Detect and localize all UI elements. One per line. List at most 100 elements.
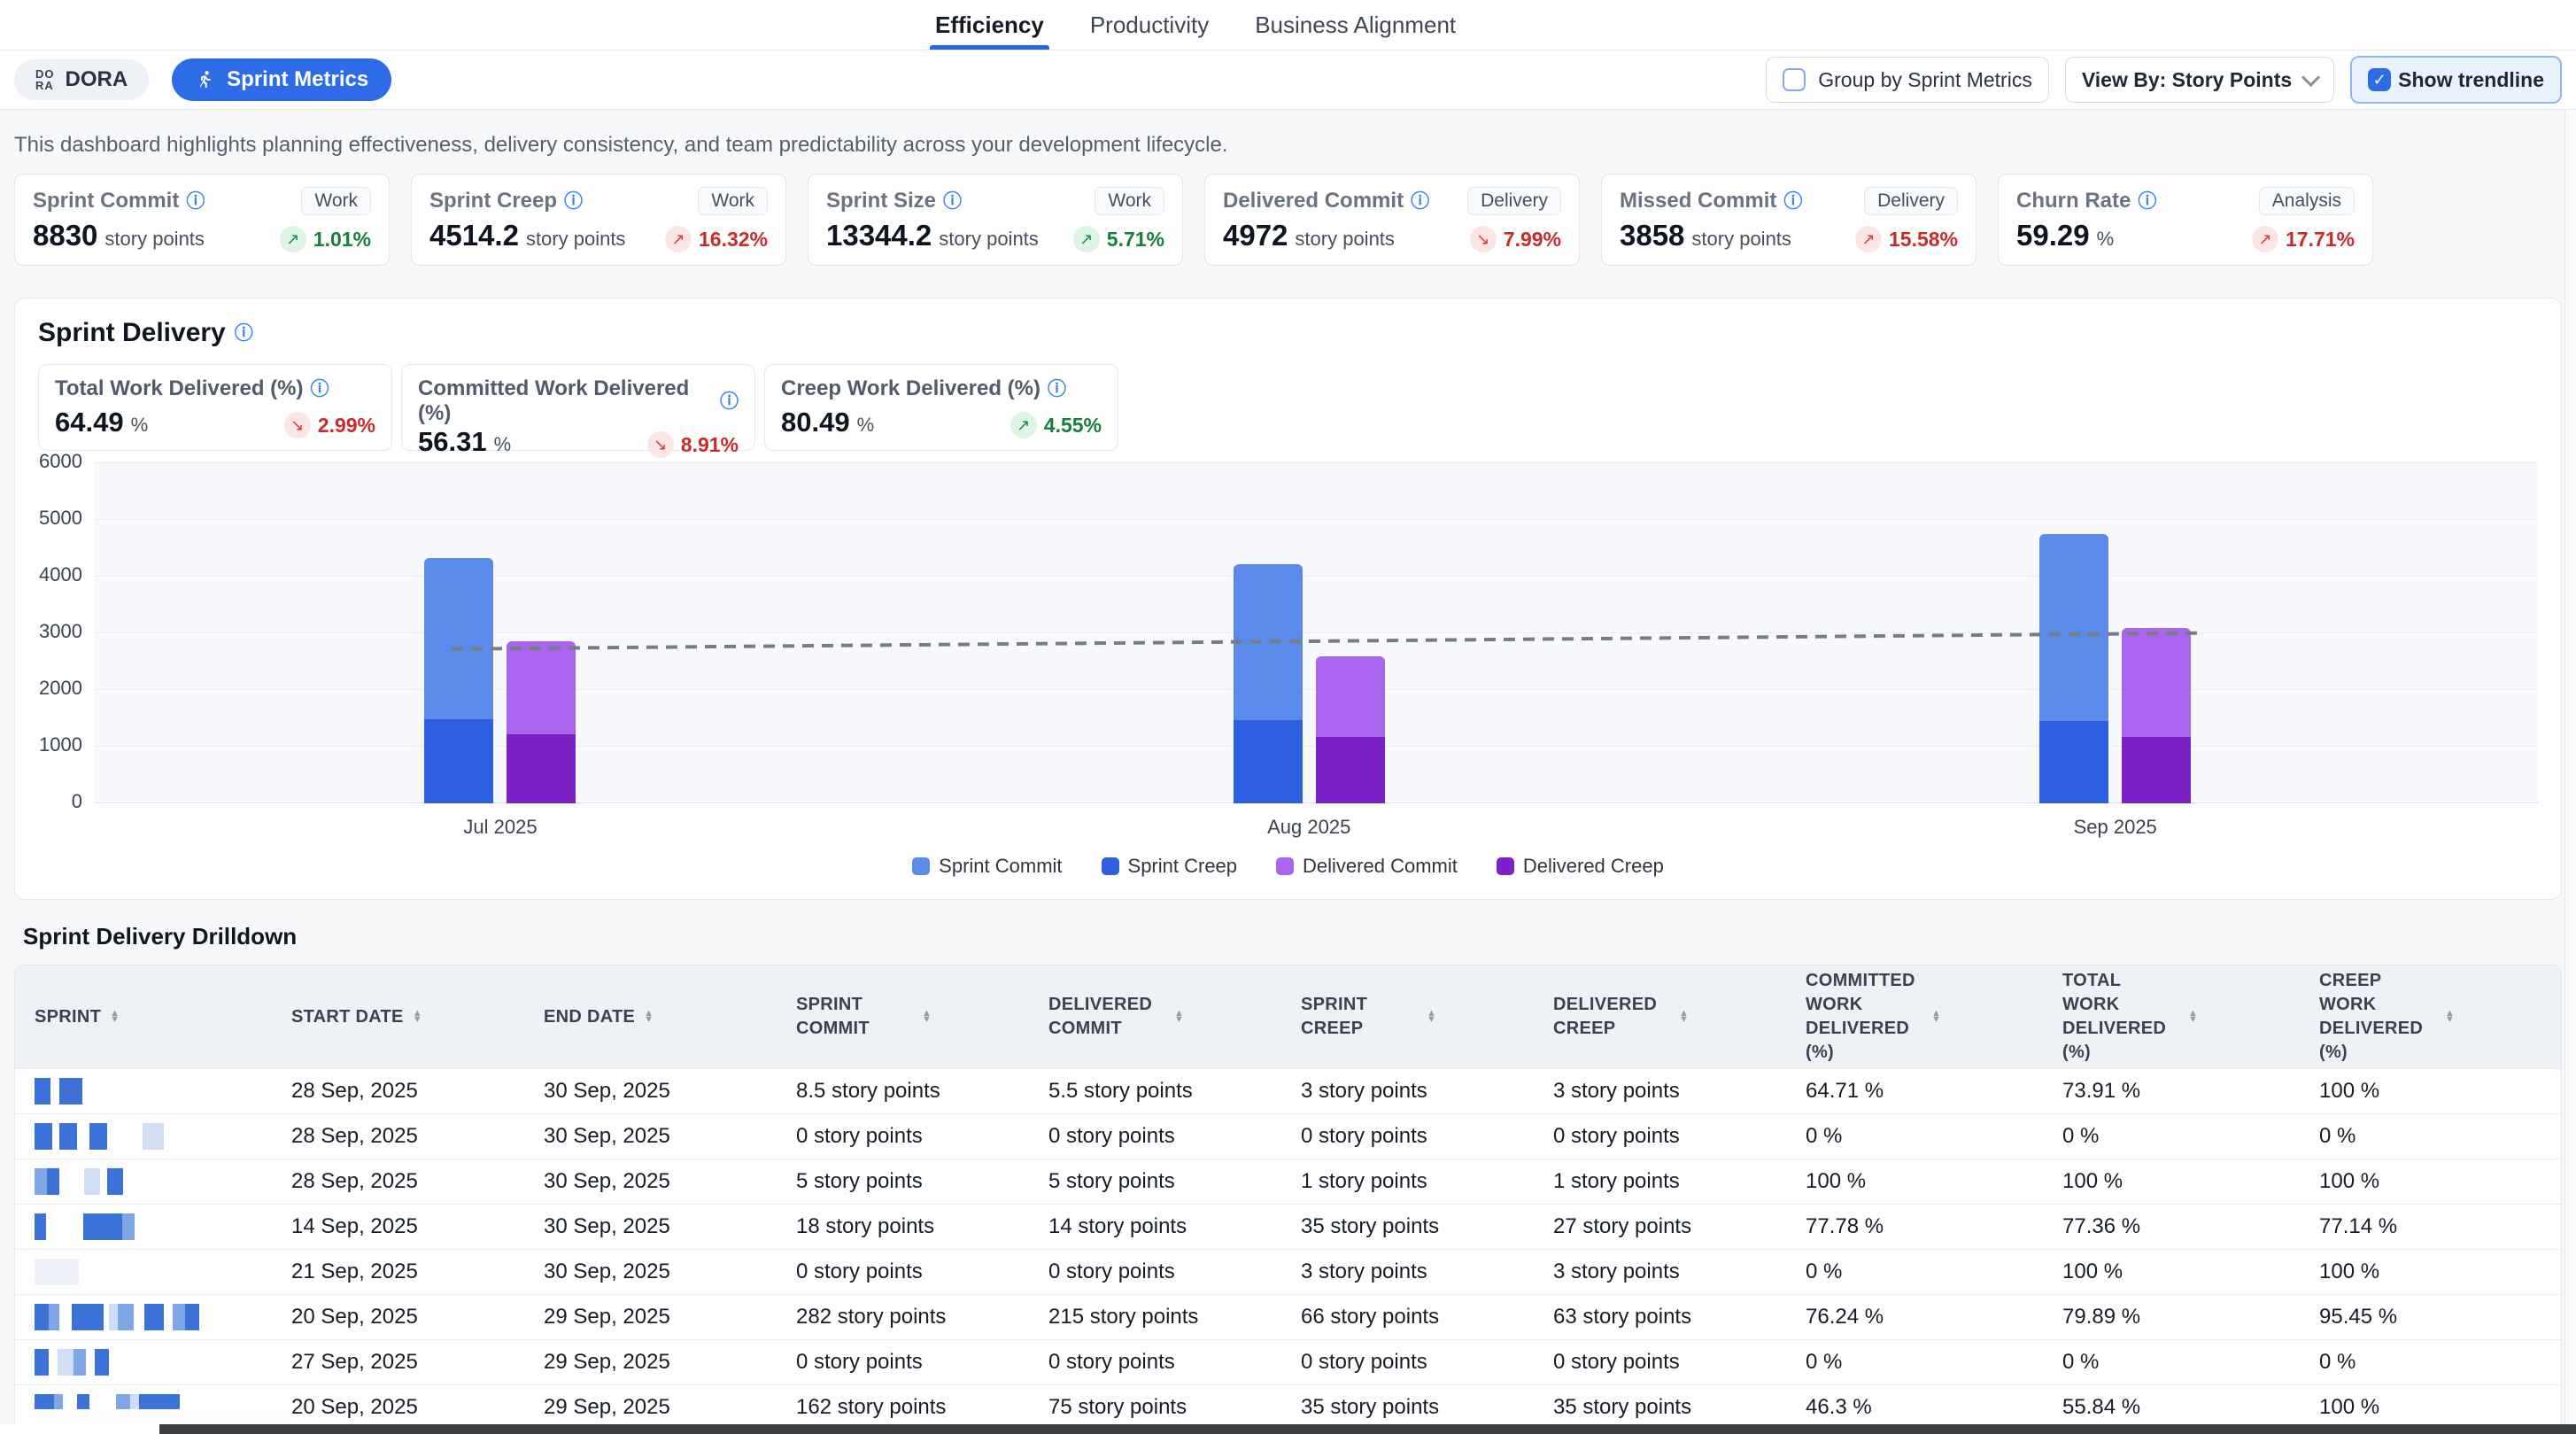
table-row[interactable]: 20 Sep, 202529 Sep, 2025282 story points… <box>15 1294 2561 1339</box>
delivered-bar-jul-2025[interactable] <box>507 641 576 803</box>
table-row[interactable]: 27 Sep, 202529 Sep, 20250 story points0 … <box>15 1339 2561 1384</box>
info-icon[interactable]: ⓘ <box>186 192 205 211</box>
sort-icon[interactable]: ▲▼ <box>1174 1011 1184 1023</box>
info-icon[interactable]: ⓘ <box>311 380 329 399</box>
delivery-subcard[interactable]: Creep Work Delivered (%)ⓘ80.49%↗4.55% <box>764 364 1118 451</box>
group-by-checkbox[interactable] <box>1783 68 1806 91</box>
group-by-sprint-metrics-toggle[interactable]: Group by Sprint Metrics <box>1766 57 2049 103</box>
info-icon[interactable]: ⓘ <box>2138 192 2156 211</box>
delivered-bar-sep-2025-segment-delivered-creep[interactable] <box>2122 737 2191 803</box>
show-trendline-checkbox[interactable]: ✓ <box>2368 68 2391 91</box>
info-icon[interactable]: ⓘ <box>1048 380 1066 399</box>
cell-sprint-creep: 0 story points <box>1281 1350 1534 1375</box>
info-icon[interactable]: ⓘ <box>564 192 583 211</box>
kpi-card-missed-commit[interactable]: Missed CommitⓘDelivery3858story points↗1… <box>1601 174 1976 266</box>
drilldown-table: SPRINT▲▼START DATE▲▼END DATE▲▼SPRINT COM… <box>14 965 2562 1430</box>
sprint-delivery-card: Sprint Delivery ⓘ Total Work Delivered (… <box>14 298 2562 900</box>
column-header-sprint[interactable]: SPRINT▲▼ <box>15 1005 272 1029</box>
delivered-bar-aug-2025[interactable] <box>1316 656 1385 803</box>
sort-icon[interactable]: ▲▼ <box>1931 1011 1941 1023</box>
cell-creep-work-delivered: 100 % <box>2300 1395 2556 1420</box>
delivered-bar-aug-2025-segment-delivered-creep[interactable] <box>1316 737 1385 803</box>
column-header-delivered-creep[interactable]: DELIVERED CREEP▲▼ <box>1534 993 1786 1041</box>
cell-start-date: 27 Sep, 2025 <box>272 1350 524 1375</box>
sort-icon[interactable]: ▲▼ <box>413 1011 422 1023</box>
cell-sprint-redacted <box>15 1213 272 1240</box>
table-row[interactable]: 28 Sep, 202530 Sep, 20258.5 story points… <box>15 1068 2561 1113</box>
kpi-card-delivered-commit[interactable]: Delivered CommitⓘDelivery4972story point… <box>1204 174 1580 266</box>
table-row[interactable]: 28 Sep, 202530 Sep, 20250 story points0 … <box>15 1113 2561 1159</box>
column-header-sprint-commit[interactable]: SPRINT COMMIT▲▼ <box>777 993 1029 1041</box>
sort-icon[interactable]: ▲▼ <box>644 1011 654 1023</box>
table-row[interactable]: 21 Sep, 202530 Sep, 20250 story points0 … <box>15 1249 2561 1294</box>
column-header-start-date[interactable]: START DATE▲▼ <box>272 1005 524 1029</box>
committed-bar-sep-2025-segment-sprint-commit[interactable] <box>2039 534 2108 721</box>
column-header-committed-work-delivered-%-[interactable]: COMMITTED WORK DELIVERED (%)▲▼ <box>1786 969 2043 1065</box>
info-icon[interactable]: ⓘ <box>720 392 739 411</box>
sort-icon[interactable]: ▲▼ <box>110 1011 120 1023</box>
legend-item-delivered-creep[interactable]: Delivered Creep <box>1497 855 1664 878</box>
trend-up-arrow-icon: ↗ <box>665 226 692 252</box>
table-row[interactable]: 20 Sep, 202529 Sep, 2025162 story points… <box>15 1384 2561 1430</box>
tab-productivity[interactable]: Productivity <box>1090 0 1209 50</box>
table-row[interactable]: 28 Sep, 202530 Sep, 20255 story points5 … <box>15 1159 2561 1204</box>
sort-icon[interactable]: ▲▼ <box>2445 1011 2455 1023</box>
committed-bar-aug-2025-segment-sprint-commit[interactable] <box>1234 564 1303 720</box>
cell-start-date: 20 Sep, 2025 <box>272 1395 524 1420</box>
trend-up-arrow-icon: ↗ <box>1855 226 1882 252</box>
tab-business-alignment[interactable]: Business Alignment <box>1255 0 1456 50</box>
horizontal-scrollbar-track <box>0 1424 2576 1434</box>
committed-bar-sep-2025-segment-sprint-creep[interactable] <box>2039 721 2108 803</box>
redaction-artifact <box>34 1409 290 1424</box>
info-icon[interactable]: ⓘ <box>943 192 962 211</box>
committed-bar-jul-2025-segment-sprint-commit[interactable] <box>424 558 493 719</box>
vertical-scrollbar-gutter[interactable] <box>2564 110 2576 1434</box>
kpi-card-title: Delivered Commitⓘ <box>1223 189 1429 213</box>
committed-bar-jul-2025[interactable] <box>424 558 493 803</box>
legend-item-sprint-creep[interactable]: Sprint Creep <box>1102 855 1238 878</box>
delivery-subcard[interactable]: Total Work Delivered (%)ⓘ64.49%↘2.99% <box>38 364 392 451</box>
horizontal-scrollbar-thumb[interactable] <box>159 1424 2576 1434</box>
view-by-dropdown[interactable]: View By: Story Points <box>2065 57 2334 103</box>
column-header-sprint-creep[interactable]: SPRINT CREEP▲▼ <box>1281 993 1534 1041</box>
tab-efficiency[interactable]: Efficiency <box>935 0 1044 50</box>
cell-sprint-redacted <box>15 1168 272 1195</box>
sort-icon[interactable]: ▲▼ <box>2188 1011 2198 1023</box>
delivered-bar-sep-2025-segment-delivered-commit[interactable] <box>2122 628 2191 737</box>
kpi-card-churn-rate[interactable]: Churn RateⓘAnalysis59.29%↗17.71% <box>1998 174 2373 266</box>
runner-icon <box>195 69 216 90</box>
column-header-delivered-commit[interactable]: DELIVERED COMMIT▲▼ <box>1029 993 1281 1041</box>
info-icon[interactable]: ⓘ <box>235 324 253 343</box>
sort-icon[interactable]: ▲▼ <box>1679 1011 1689 1023</box>
sort-icon[interactable]: ▲▼ <box>1427 1011 1436 1023</box>
table-row[interactable]: 14 Sep, 202530 Sep, 202518 story points1… <box>15 1204 2561 1249</box>
kpi-value-group: 4972story points <box>1223 219 1395 252</box>
sprint-metrics-button[interactable]: Sprint Metrics <box>172 58 391 101</box>
redaction-block <box>173 1304 185 1330</box>
delivery-subcard[interactable]: Committed Work Delivered (%)ⓘ56.31%↘8.91… <box>401 364 755 451</box>
legend-item-sprint-commit[interactable]: Sprint Commit <box>912 855 1062 878</box>
kpi-card-sprint-creep[interactable]: Sprint CreepⓘWork4514.2story points↗16.3… <box>411 174 786 266</box>
show-trendline-toggle[interactable]: ✓ Show trendline <box>2350 56 2562 104</box>
kpi-card-sprint-size[interactable]: Sprint SizeⓘWork13344.2story points↗5.71… <box>808 174 1183 266</box>
cell-creep-work-delivered: 100 % <box>2300 1260 2556 1284</box>
delivered-bar-jul-2025-segment-delivered-commit[interactable] <box>507 641 576 734</box>
committed-bar-aug-2025-segment-sprint-creep[interactable] <box>1234 720 1303 803</box>
column-header-total-work-delivered-%-[interactable]: TOTAL WORK DELIVERED (%)▲▼ <box>2043 969 2300 1065</box>
y-axis-tick-label: 0 <box>72 790 82 813</box>
column-header-creep-work-delivered-%-[interactable]: CREEP WORK DELIVERED (%)▲▼ <box>2300 969 2556 1065</box>
column-header-end-date[interactable]: END DATE▲▼ <box>524 1005 777 1029</box>
sort-icon[interactable]: ▲▼ <box>922 1011 932 1023</box>
committed-bar-jul-2025-segment-sprint-creep[interactable] <box>424 719 493 803</box>
committed-bar-aug-2025[interactable] <box>1234 564 1303 803</box>
delivered-bar-sep-2025[interactable] <box>2122 628 2191 803</box>
redaction-block <box>72 1304 93 1330</box>
legend-item-delivered-commit[interactable]: Delivered Commit <box>1276 855 1458 878</box>
committed-bar-sep-2025[interactable] <box>2039 534 2108 803</box>
info-icon[interactable]: ⓘ <box>1783 192 1802 211</box>
info-icon[interactable]: ⓘ <box>1411 192 1429 211</box>
delivered-bar-aug-2025-segment-delivered-commit[interactable] <box>1316 656 1385 737</box>
delivered-bar-jul-2025-segment-delivered-creep[interactable] <box>507 734 576 803</box>
dora-button[interactable]: DORA DORA <box>14 59 149 100</box>
kpi-card-sprint-commit[interactable]: Sprint CommitⓘWork8830story points↗1.01% <box>14 174 390 266</box>
